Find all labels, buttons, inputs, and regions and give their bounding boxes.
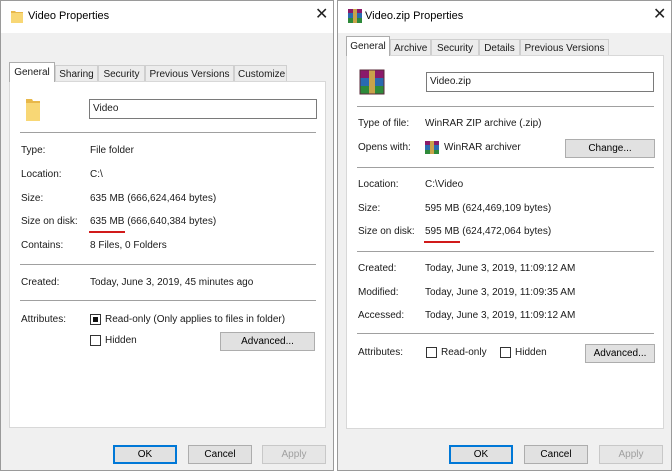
created-value: Today, June 3, 2019, 11:09:12 AM — [425, 263, 576, 274]
hidden-checkbox[interactable] — [90, 335, 101, 346]
general-panel: Video.zip Type of file: WinRAR ZIP archi… — [346, 55, 664, 429]
separator — [357, 106, 654, 107]
size-on-disk-label: Size on disk: — [358, 226, 415, 237]
tab-details[interactable]: Details — [479, 39, 520, 56]
tab-customize[interactable]: Customize — [234, 65, 287, 82]
tab-previous-versions[interactable]: Previous Versions — [145, 65, 234, 82]
size-label: Size: — [21, 193, 44, 204]
contains-value: 8 Files, 0 Folders — [90, 240, 167, 251]
apply-button[interactable]: Apply — [262, 445, 326, 464]
highlight-underline — [424, 241, 460, 243]
video-properties-dialog: Video Properties ✕ General Sharing Secur… — [0, 0, 334, 471]
general-panel: Video Type: File folder Location: C:\ Si… — [9, 81, 326, 428]
created-label: Created: — [21, 277, 60, 288]
type-label: Type: — [21, 145, 46, 156]
advanced-button[interactable]: Advanced... — [220, 332, 315, 351]
apply-button[interactable]: Apply — [599, 445, 663, 464]
attributes-label: Attributes: — [358, 347, 404, 358]
title-bar[interactable]: Video.zip Properties ✕ — [338, 1, 671, 33]
size-on-disk-value: 635 MB (666,640,384 bytes) — [90, 216, 217, 227]
video-zip-properties-dialog: Video.zip Properties ✕ General Archive S… — [337, 0, 672, 471]
readonly-label: Read-only (Only applies to files in fold… — [105, 314, 286, 325]
ok-button[interactable]: OK — [449, 445, 513, 464]
hidden-label: Hidden — [105, 335, 137, 346]
location-label: Location: — [358, 179, 399, 190]
tab-archive[interactable]: Archive — [390, 39, 431, 56]
title-bar[interactable]: Video Properties ✕ — [1, 1, 333, 33]
winrar-archive-icon — [348, 9, 362, 23]
cancel-button[interactable]: Cancel — [188, 445, 252, 464]
ok-button[interactable]: OK — [113, 445, 177, 464]
size-on-disk-label: Size on disk: — [21, 216, 78, 227]
tab-general[interactable]: General — [346, 36, 390, 56]
size-on-disk-value: 595 MB (624,472,064 bytes) — [425, 226, 552, 237]
hidden-checkbox[interactable] — [500, 347, 511, 358]
winrar-archive-icon — [359, 69, 385, 95]
separator — [20, 264, 316, 265]
modified-value: Today, June 3, 2019, 11:09:35 AM — [425, 287, 576, 298]
window-title: Video.zip Properties — [365, 10, 464, 22]
opens-with-value: WinRAR archiver — [444, 142, 521, 153]
tab-security[interactable]: Security — [431, 39, 479, 56]
size-value: 635 MB (666,624,464 bytes) — [90, 193, 217, 204]
separator — [357, 333, 654, 334]
hidden-label: Hidden — [515, 347, 547, 358]
folder-icon — [26, 99, 40, 121]
readonly-checkbox[interactable] — [90, 314, 101, 325]
tab-general[interactable]: General — [9, 62, 55, 82]
accessed-value: Today, June 3, 2019, 11:09:12 AM — [425, 310, 576, 321]
tab-security[interactable]: Security — [98, 65, 145, 82]
folder-name-input[interactable]: Video — [89, 99, 317, 119]
size-value: 595 MB (624,469,109 bytes) — [425, 203, 552, 214]
location-value: C:\ — [90, 169, 103, 180]
separator — [20, 132, 316, 133]
separator — [357, 167, 654, 168]
accessed-label: Accessed: — [358, 310, 405, 321]
highlight-underline — [89, 231, 125, 233]
created-value: Today, June 3, 2019, 45 minutes ago — [90, 277, 254, 288]
winrar-app-icon — [425, 141, 439, 154]
modified-label: Modified: — [358, 287, 399, 298]
location-value: C:\Video — [425, 179, 464, 190]
type-value: WinRAR ZIP archive (.zip) — [425, 118, 542, 129]
contains-label: Contains: — [21, 240, 64, 251]
change-button[interactable]: Change... — [565, 139, 655, 158]
readonly-label: Read-only — [441, 347, 487, 358]
type-label: Type of file: — [358, 118, 410, 129]
folder-icon — [11, 11, 23, 23]
close-icon[interactable]: ✕ — [653, 6, 666, 24]
cancel-button[interactable]: Cancel — [524, 445, 588, 464]
close-icon[interactable]: ✕ — [315, 6, 328, 24]
tab-sharing[interactable]: Sharing — [55, 65, 98, 82]
readonly-checkbox[interactable] — [426, 347, 437, 358]
separator — [357, 251, 654, 252]
file-name-input[interactable]: Video.zip — [426, 72, 654, 92]
opens-with-label: Opens with: — [358, 142, 411, 153]
separator — [20, 300, 316, 301]
location-label: Location: — [21, 169, 62, 180]
advanced-button[interactable]: Advanced... — [585, 344, 655, 363]
attributes-label: Attributes: — [21, 314, 67, 325]
window-title: Video Properties — [28, 10, 110, 22]
created-label: Created: — [358, 263, 397, 274]
type-value: File folder — [90, 145, 134, 156]
size-label: Size: — [358, 203, 381, 214]
tab-previous-versions[interactable]: Previous Versions — [520, 39, 609, 56]
